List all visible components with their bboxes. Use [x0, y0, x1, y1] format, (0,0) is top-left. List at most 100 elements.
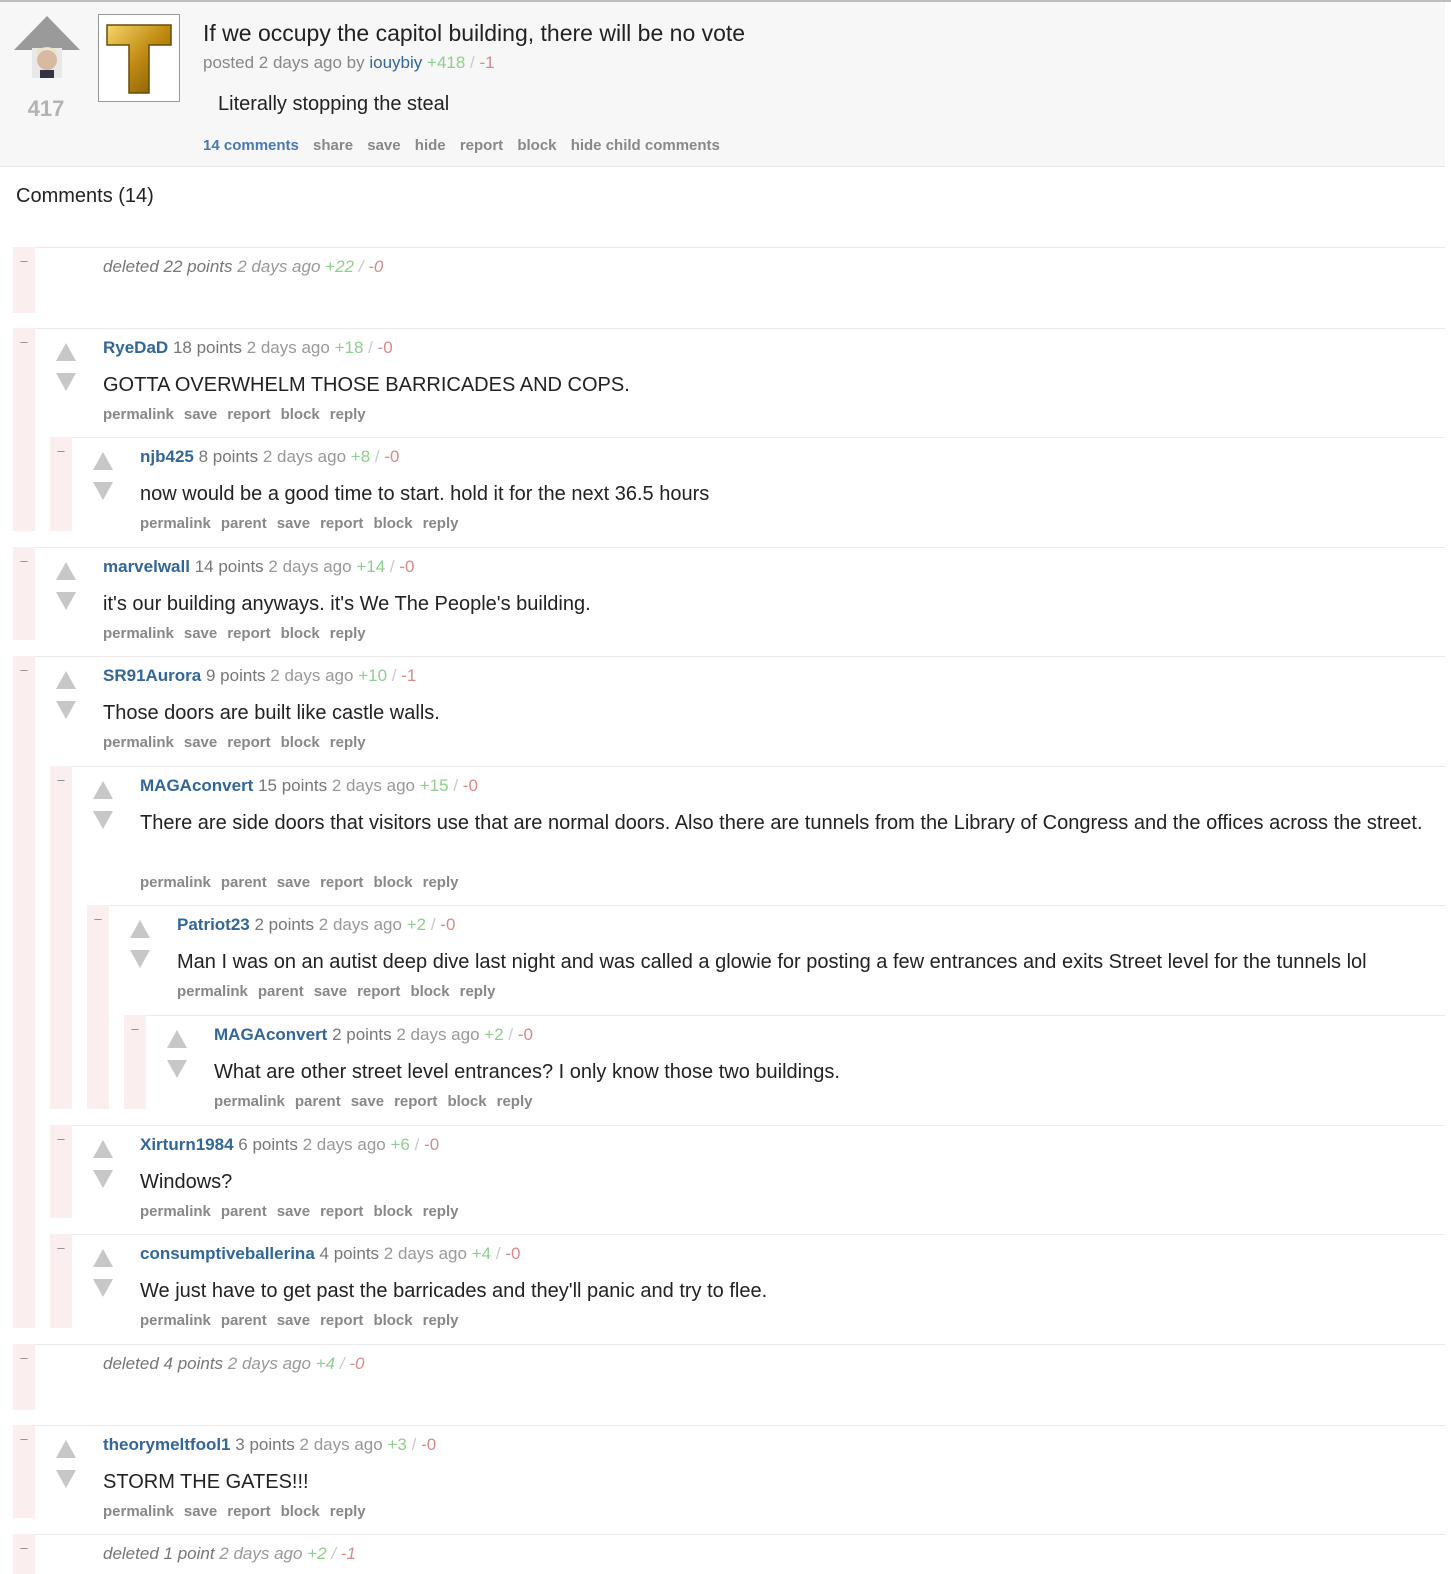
- post-title[interactable]: If we occupy the capitol building, there…: [203, 20, 745, 47]
- upvote-arrow-icon[interactable]: [12, 14, 82, 80]
- block-link[interactable]: block: [281, 734, 320, 751]
- downvote-arrow-icon[interactable]: [129, 949, 151, 969]
- parent-link[interactable]: parent: [221, 1203, 267, 1220]
- share-link[interactable]: share: [313, 137, 353, 154]
- collapse-toggle-icon[interactable]: –: [54, 1132, 68, 1145]
- block-link[interactable]: block: [373, 1312, 412, 1329]
- downvote-arrow-icon[interactable]: [92, 1278, 114, 1298]
- block-link[interactable]: block: [281, 1503, 320, 1520]
- comment-author-link[interactable]: theorymeltfool1: [103, 1435, 231, 1454]
- hide-link[interactable]: hide: [415, 137, 446, 154]
- collapse-toggle-icon[interactable]: –: [17, 554, 31, 567]
- report-link[interactable]: report: [320, 515, 363, 532]
- upvote-arrow-icon[interactable]: [92, 1139, 114, 1159]
- collapse-toggle-icon[interactable]: –: [17, 663, 31, 676]
- downvote-arrow-icon[interactable]: [55, 591, 77, 611]
- post-thumbnail[interactable]: [98, 14, 180, 102]
- save-link[interactable]: save: [367, 137, 400, 154]
- report-link[interactable]: report: [320, 1203, 363, 1220]
- collapse-gutter[interactable]: –: [50, 1125, 72, 1218]
- report-link[interactable]: report: [227, 406, 270, 423]
- collapse-gutter[interactable]: –: [50, 1234, 72, 1328]
- reply-link[interactable]: reply: [497, 1093, 533, 1110]
- upvote-arrow-icon[interactable]: [92, 780, 114, 800]
- save-link[interactable]: save: [184, 734, 217, 751]
- block-link[interactable]: block: [281, 625, 320, 642]
- collapse-gutter[interactable]: –: [13, 1534, 35, 1574]
- save-link[interactable]: save: [277, 1312, 310, 1329]
- report-link[interactable]: report: [227, 1503, 270, 1520]
- upvote-arrow-icon[interactable]: [129, 919, 151, 939]
- block-link[interactable]: block: [373, 1203, 412, 1220]
- reply-link[interactable]: reply: [330, 625, 366, 642]
- save-link[interactable]: save: [277, 515, 310, 532]
- parent-link[interactable]: parent: [258, 983, 304, 1000]
- upvote-arrow-icon[interactable]: [55, 670, 77, 690]
- permalink-link[interactable]: permalink: [140, 874, 211, 891]
- downvote-arrow-icon[interactable]: [92, 481, 114, 501]
- parent-link[interactable]: parent: [221, 1312, 267, 1329]
- collapse-toggle-icon[interactable]: –: [54, 1241, 68, 1254]
- block-link[interactable]: block: [410, 983, 449, 1000]
- upvote-arrow-icon[interactable]: [166, 1029, 188, 1049]
- downvote-arrow-icon[interactable]: [92, 810, 114, 830]
- parent-link[interactable]: parent: [221, 515, 267, 532]
- permalink-link[interactable]: permalink: [214, 1093, 285, 1110]
- block-link[interactable]: block: [447, 1093, 486, 1110]
- comment-author-link[interactable]: njb425: [140, 447, 194, 466]
- collapse-gutter[interactable]: –: [13, 547, 35, 640]
- permalink-link[interactable]: permalink: [103, 734, 174, 751]
- reply-link[interactable]: reply: [460, 983, 496, 1000]
- permalink-link[interactable]: permalink: [103, 406, 174, 423]
- report-link[interactable]: report: [227, 734, 270, 751]
- reply-link[interactable]: reply: [423, 1312, 459, 1329]
- reply-link[interactable]: reply: [330, 406, 366, 423]
- report-link[interactable]: report: [357, 983, 400, 1000]
- save-link[interactable]: save: [277, 874, 310, 891]
- upvote-arrow-icon[interactable]: [55, 342, 77, 362]
- upvote-arrow-icon[interactable]: [92, 451, 114, 471]
- collapse-gutter[interactable]: –: [13, 328, 35, 531]
- collapse-toggle-icon[interactable]: –: [17, 254, 31, 267]
- comment-author-link[interactable]: consumptiveballerina: [140, 1244, 315, 1263]
- upvote-arrow-icon[interactable]: [92, 1248, 114, 1268]
- comments-link[interactable]: 14 comments: [203, 137, 299, 154]
- collapse-toggle-icon[interactable]: –: [128, 1022, 142, 1035]
- block-link[interactable]: block: [517, 137, 556, 154]
- comment-author-link[interactable]: MAGAconvert: [140, 776, 253, 795]
- collapse-gutter[interactable]: –: [13, 656, 35, 1328]
- permalink-link[interactable]: permalink: [140, 1312, 211, 1329]
- save-link[interactable]: save: [351, 1093, 384, 1110]
- upvote-arrow-icon[interactable]: [55, 1439, 77, 1459]
- save-link[interactable]: save: [314, 983, 347, 1000]
- permalink-link[interactable]: permalink: [140, 515, 211, 532]
- collapse-gutter[interactable]: –: [50, 766, 72, 1109]
- collapse-gutter[interactable]: –: [50, 437, 72, 531]
- parent-link[interactable]: parent: [221, 874, 267, 891]
- reply-link[interactable]: reply: [423, 874, 459, 891]
- report-link[interactable]: report: [227, 625, 270, 642]
- block-link[interactable]: block: [281, 406, 320, 423]
- downvote-arrow-icon[interactable]: [55, 372, 77, 392]
- parent-link[interactable]: parent: [295, 1093, 341, 1110]
- permalink-link[interactable]: permalink: [177, 983, 248, 1000]
- collapse-gutter[interactable]: –: [13, 1344, 35, 1410]
- post-author-link[interactable]: iouybiy: [369, 53, 422, 72]
- save-link[interactable]: save: [184, 1503, 217, 1520]
- collapse-gutter[interactable]: –: [13, 247, 35, 313]
- comment-author-link[interactable]: marvelwall: [103, 557, 190, 576]
- upvote-arrow-icon[interactable]: [55, 561, 77, 581]
- report-link[interactable]: report: [394, 1093, 437, 1110]
- reply-link[interactable]: reply: [330, 734, 366, 751]
- permalink-link[interactable]: permalink: [103, 625, 174, 642]
- comment-author-link[interactable]: Xirturn1984: [140, 1135, 234, 1154]
- collapse-gutter[interactable]: –: [87, 905, 109, 1109]
- reply-link[interactable]: reply: [423, 515, 459, 532]
- collapse-toggle-icon[interactable]: –: [17, 1541, 31, 1554]
- report-link[interactable]: report: [460, 137, 503, 154]
- collapse-toggle-icon[interactable]: –: [54, 444, 68, 457]
- comment-author-link[interactable]: SR91Aurora: [103, 666, 201, 685]
- block-link[interactable]: block: [373, 515, 412, 532]
- report-link[interactable]: report: [320, 874, 363, 891]
- permalink-link[interactable]: permalink: [140, 1203, 211, 1220]
